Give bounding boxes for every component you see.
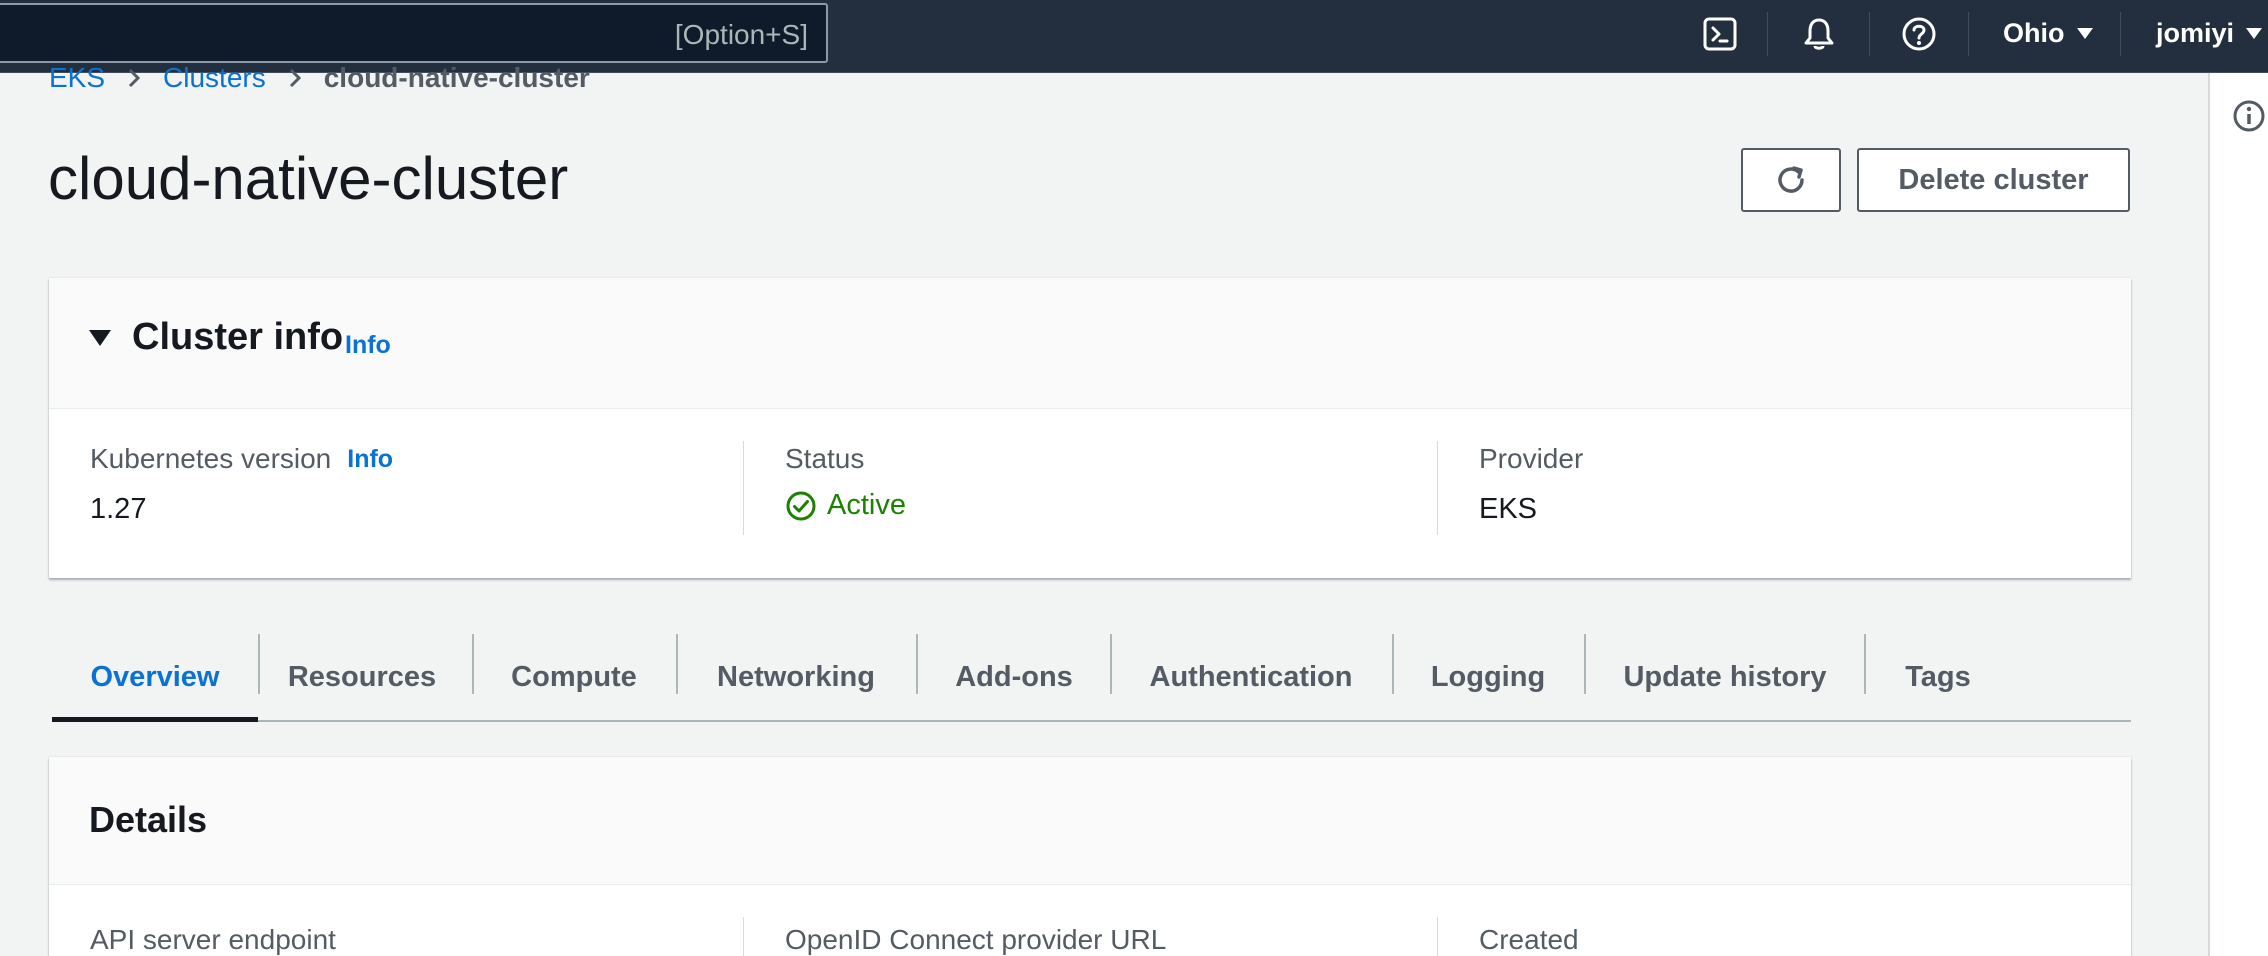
nav-divider [2120,12,2121,56]
kubernetes-version-field: Kubernetes version Info 1.27 [90,443,393,526]
tab-overview[interactable]: Overview [52,634,258,722]
caret-down-icon [2246,28,2263,39]
nav-divider [1968,12,1969,56]
chevron-right-icon [288,67,302,89]
created-label: Created [1479,924,1579,955]
kubernetes-version-info-link[interactable]: Info [347,445,393,474]
tab-resources[interactable]: Resources [260,634,464,720]
nav-divider [1869,12,1870,56]
details-header: Details [49,757,2131,885]
column-divider [743,441,744,535]
caret-down-icon[interactable] [89,330,111,346]
check-circle-icon [786,491,816,520]
cloudshell-icon[interactable] [1700,14,1740,54]
username-label: jomiyi [2156,18,2235,48]
tab-add-ons[interactable]: Add-ons [918,634,1110,720]
search-input[interactable]: [Option+S] [0,3,828,63]
breadcrumb-clusters[interactable]: Clusters [163,62,266,94]
breadcrumb-eks[interactable]: EKS [49,62,105,94]
breadcrumb: EKS Clusters cloud-native-cluster [49,62,590,94]
cluster-info-title: Cluster info [132,316,344,358]
cluster-info-header[interactable]: Cluster info Info [49,278,2131,409]
notifications-bell-icon[interactable] [1799,14,1839,54]
tab-networking[interactable]: Networking [678,634,914,720]
nav-divider [1767,12,1768,56]
kubernetes-version-label: Kubernetes version [90,443,332,474]
status-value: Active [827,489,906,521]
refresh-button[interactable] [1741,148,1841,212]
help-panel-rail [2208,73,2268,956]
tab-logging[interactable]: Logging [1394,634,1582,720]
region-label: Ohio [2003,18,2065,48]
provider-value: EKS [1479,493,1538,525]
provider-field: Provider EKS [1479,443,1583,526]
region-selector[interactable]: Ohio [2003,18,2093,49]
provider-label: Provider [1479,443,1584,474]
column-divider [1437,441,1438,535]
tab-tags[interactable]: Tags [1866,634,2010,720]
cluster-info-info-link[interactable]: Info [345,331,391,360]
tab-update-history[interactable]: Update history [1586,634,1864,720]
cluster-tabs: Overview Resources Compute Networking Ad… [52,634,2131,722]
refresh-icon [1778,166,1804,193]
tab-authentication[interactable]: Authentication [1112,634,1390,720]
oidc-provider-url-label: OpenID Connect provider URL [785,924,1167,955]
status-field: Status Active [785,443,906,522]
tab-compute[interactable]: Compute [474,634,674,720]
breadcrumb-current: cloud-native-cluster [323,62,590,93]
page-title: cloud-native-cluster [48,145,569,212]
api-server-endpoint-label: API server endpoint [90,924,336,955]
cluster-info-card: Cluster info Info Kubernetes version Inf… [49,278,2131,578]
help-icon[interactable] [1899,14,1939,54]
search-shortcut-hint: [Option+S] [674,19,808,50]
column-divider [1437,917,1438,956]
status-label: Status [785,443,865,474]
column-divider [743,917,744,956]
account-menu[interactable]: jomiyi [2156,18,2263,49]
caret-down-icon [2076,28,2093,39]
delete-cluster-button[interactable]: Delete cluster [1857,148,2130,212]
chevron-right-icon [127,67,141,89]
info-panel-icon[interactable] [2232,99,2266,138]
kubernetes-version-value: 1.27 [90,493,147,525]
details-title: Details [89,799,208,840]
